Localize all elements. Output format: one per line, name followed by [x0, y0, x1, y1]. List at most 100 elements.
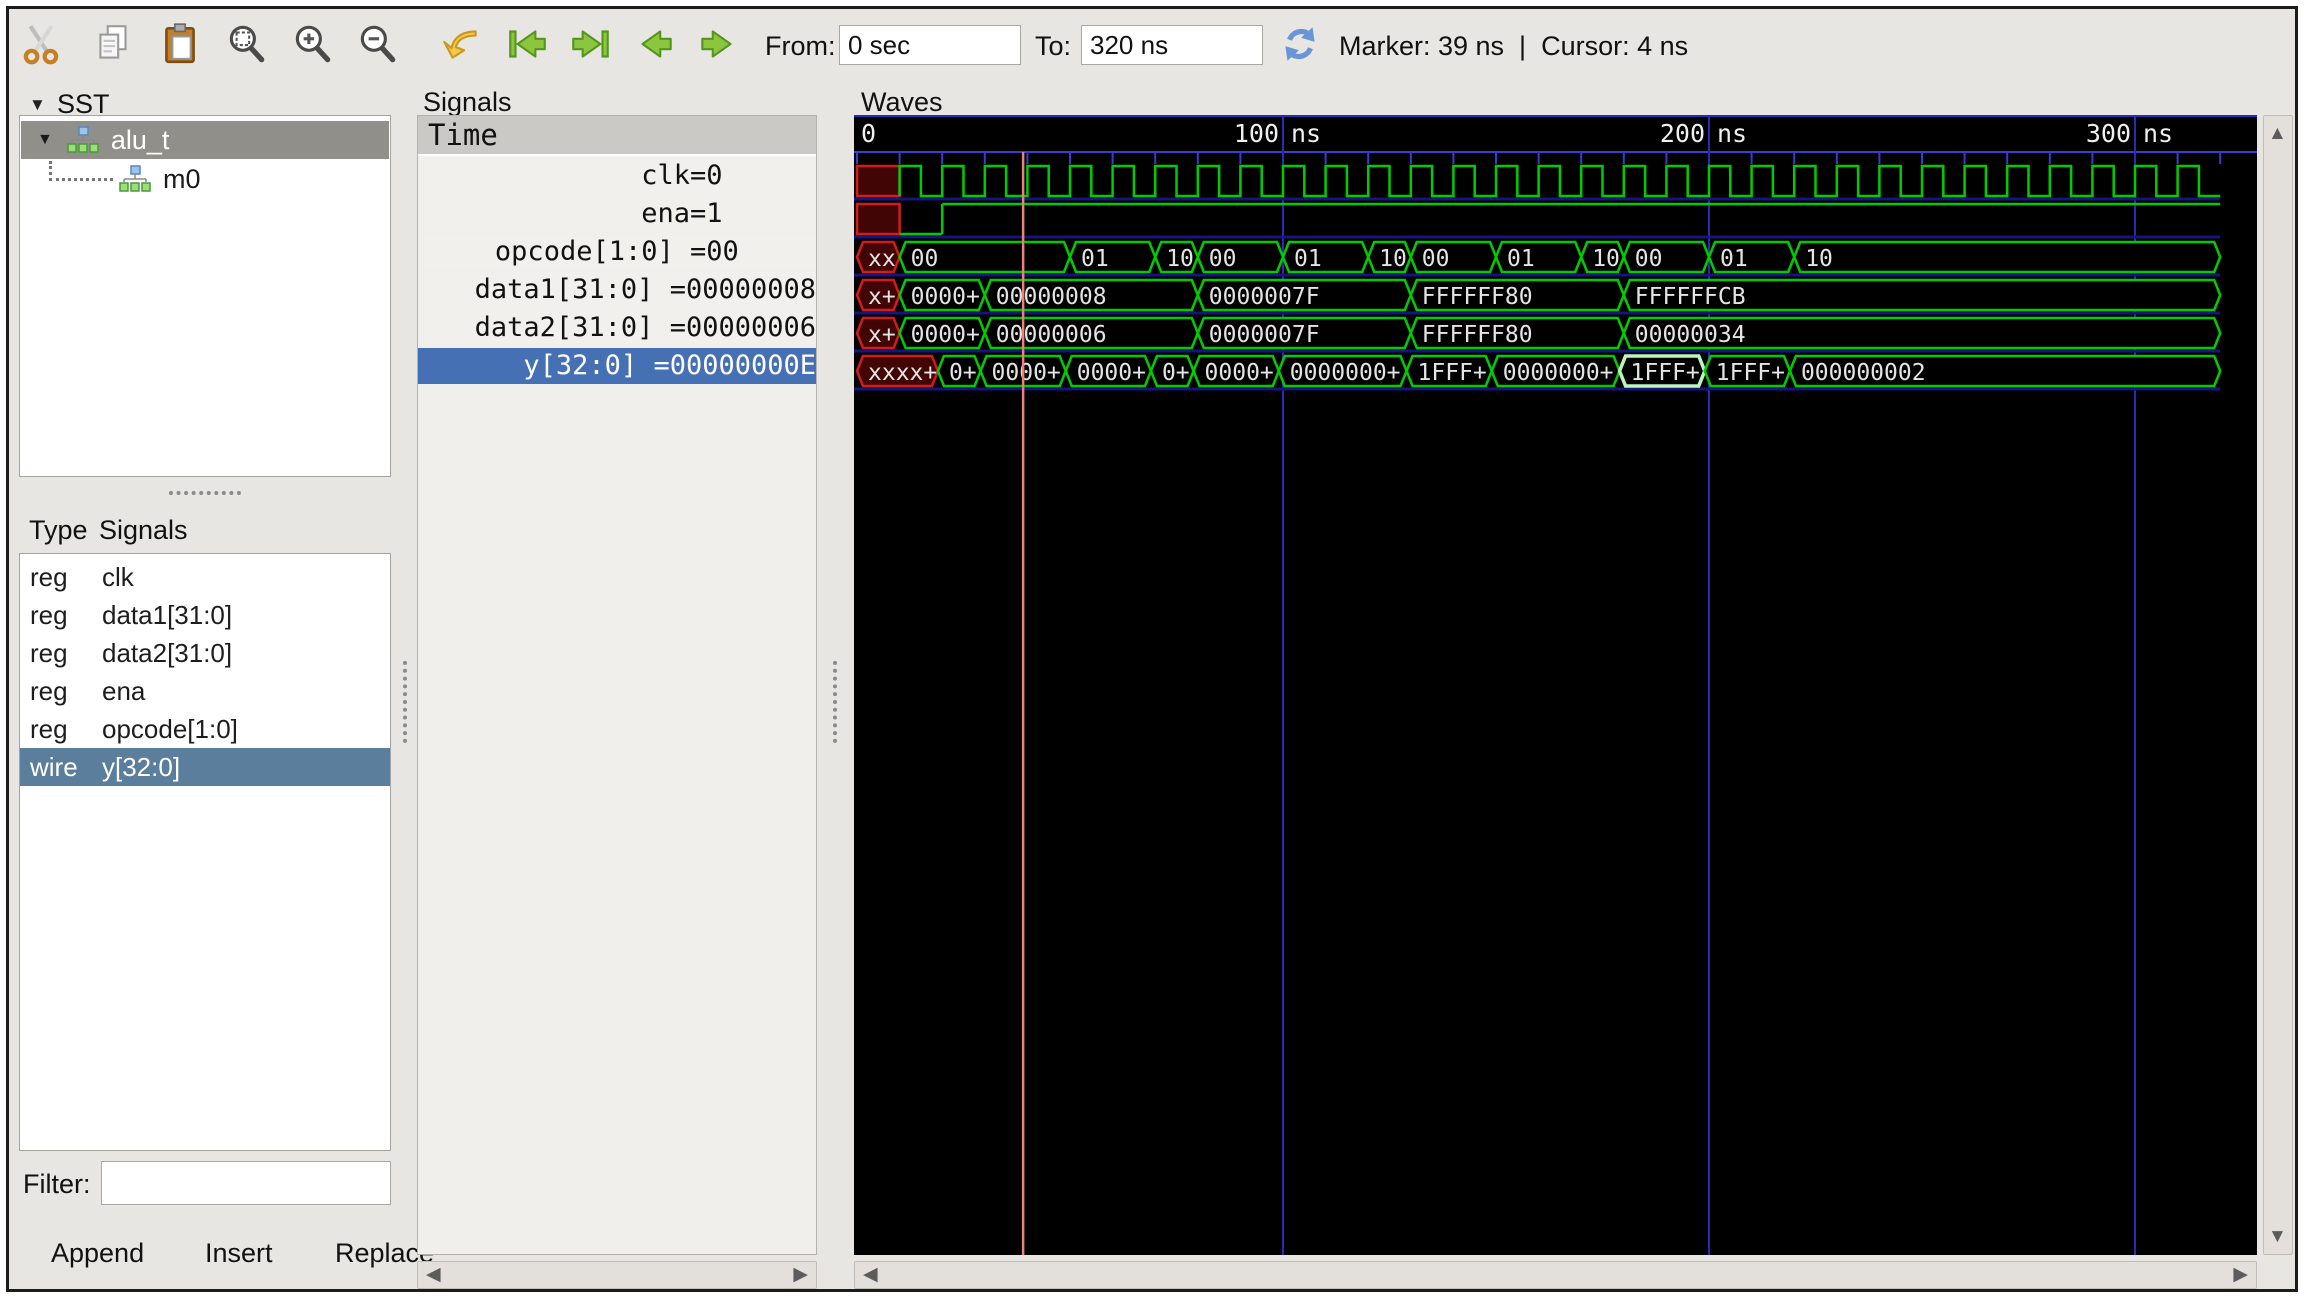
- scroll-left-arrow-icon[interactable]: ◀: [863, 1265, 878, 1284]
- zoom-in-icon: [289, 21, 335, 67]
- scroll-left-arrow-icon[interactable]: ◀: [426, 1265, 441, 1284]
- signal-list-body: regclkregdata1[31:0]regdata2[31:0]regena…: [20, 554, 390, 786]
- bus-value: 000000002: [1801, 360, 1926, 386]
- signal-row[interactable]: ena=1: [418, 196, 816, 232]
- scroll-right-arrow-icon[interactable]: ▶: [793, 1265, 808, 1284]
- type-header: Type: [29, 515, 88, 546]
- bus-segment: [1794, 242, 2220, 272]
- zoom-fit-icon: [223, 21, 269, 67]
- copy-icon: [91, 21, 137, 67]
- reload-button[interactable]: [1277, 21, 1323, 67]
- sst-expander-icon[interactable]: ▼: [29, 95, 46, 115]
- waves-hscrollbar[interactable]: ◀ ▶: [854, 1261, 2257, 1289]
- tree-item-label: m0: [163, 164, 201, 195]
- pane-resize-handle[interactable]: [169, 491, 241, 495]
- scroll-down-arrow-icon[interactable]: ▼: [2268, 1227, 2287, 1246]
- signal-row[interactable]: data2[31:0] =00000006: [418, 310, 816, 346]
- paste-button[interactable]: [157, 21, 203, 67]
- go-to-start-button[interactable]: [504, 21, 550, 67]
- append-button[interactable]: Append: [45, 1237, 150, 1270]
- to-input[interactable]: [1081, 25, 1263, 65]
- go-to-start-icon: [504, 21, 550, 67]
- to-label: To:: [1035, 31, 1071, 62]
- scroll-up-arrow-icon[interactable]: ▲: [2268, 124, 2287, 143]
- bus-value: 01: [1294, 246, 1322, 272]
- bus-value: 0000+: [1205, 360, 1274, 386]
- signals-hscrollbar[interactable]: ◀ ▶: [417, 1261, 817, 1289]
- pane-resize-handle[interactable]: [403, 661, 407, 743]
- wave-canvas[interactable]: 0100ns200ns300ns xx000110000110000110000…: [854, 115, 2257, 1255]
- bus-value: 0000007F: [1209, 284, 1320, 310]
- signal-list-row[interactable]: regena: [20, 672, 390, 710]
- toolbar: From: To: Marker: 39 ns | Cursor: 4 ns: [9, 9, 2295, 79]
- insert-button[interactable]: Insert: [199, 1237, 279, 1270]
- bus-value: 01: [1081, 246, 1109, 272]
- bus-value: 0+: [949, 360, 977, 386]
- bus-value: 10: [1166, 246, 1194, 272]
- signal-type-cell: reg: [20, 714, 90, 745]
- bus-value: 0000000+: [1503, 360, 1614, 386]
- forward-button[interactable]: [695, 21, 741, 67]
- from-input[interactable]: [839, 25, 1021, 65]
- bus-value: 0000+: [911, 284, 980, 310]
- bus-value: x+: [868, 322, 896, 348]
- shift-left-button[interactable]: [438, 21, 484, 67]
- bus-value: x+: [868, 284, 896, 310]
- filter-label: Filter:: [23, 1169, 91, 1200]
- paste-icon: [157, 21, 203, 67]
- signal-name-cell: ena: [90, 676, 145, 707]
- bus-value: 0000007F: [1209, 322, 1320, 348]
- signal-row[interactable]: clk=0: [418, 158, 816, 194]
- tree-item-label: alu_t: [111, 125, 170, 156]
- signal-list-row[interactable]: regclk: [20, 558, 390, 596]
- signal-list-row[interactable]: wirey[32:0]: [20, 748, 390, 786]
- zoom-out-button[interactable]: [354, 21, 400, 67]
- tree-expander-icon[interactable]: ▼: [37, 131, 53, 149]
- zoom-fit-button[interactable]: [223, 21, 269, 67]
- bus-value: 00: [1635, 246, 1663, 272]
- go-to-end-button[interactable]: [568, 21, 614, 67]
- signal-type-cell: reg: [20, 562, 90, 593]
- bus-value: 00: [1209, 246, 1237, 272]
- signal-type-cell: reg: [20, 600, 90, 631]
- tree-item-alu_t[interactable]: ▼ alu_t: [21, 121, 389, 159]
- signal-name-cell: opcode[1:0]: [90, 714, 238, 745]
- module-icon: [119, 165, 151, 193]
- zoom-out-icon: [354, 21, 400, 67]
- back-button[interactable]: [632, 21, 678, 67]
- copy-button[interactable]: [91, 21, 137, 67]
- signal-list-row[interactable]: regdata1[31:0]: [20, 596, 390, 634]
- signals-panel-title: Signals: [423, 87, 512, 118]
- time-header[interactable]: Time: [418, 116, 816, 156]
- filter-input[interactable]: [101, 1161, 391, 1205]
- signal-list-row[interactable]: regopcode[1:0]: [20, 710, 390, 748]
- bus-value: xxxx+: [868, 360, 937, 386]
- cut-icon: [18, 21, 64, 67]
- signal-value: =1: [690, 196, 816, 232]
- tree-item-m0[interactable]: m0: [21, 160, 389, 198]
- bus-value: FFFFFFCB: [1635, 284, 1746, 310]
- cut-button[interactable]: [18, 21, 64, 67]
- pane-resize-handle[interactable]: [833, 661, 837, 743]
- signal-list: regclkregdata1[31:0]regdata2[31:0]regena…: [19, 553, 391, 1151]
- bus-value: 00: [911, 246, 939, 272]
- signal-name-cell: clk: [90, 562, 134, 593]
- sst-tree: ▼ alu_t m0: [19, 115, 391, 477]
- bus-value: 01: [1720, 246, 1748, 272]
- scroll-right-arrow-icon[interactable]: ▶: [2233, 1265, 2248, 1284]
- waves-vscrollbar[interactable]: ▲ ▼: [2263, 115, 2293, 1255]
- signal-list-row[interactable]: regdata2[31:0]: [20, 634, 390, 672]
- signal-name: clk: [418, 158, 690, 194]
- signal-name: opcode[1:0]: [418, 234, 690, 270]
- signal-row[interactable]: data1[31:0] =00000008: [418, 272, 816, 308]
- bus-value: 0+: [1162, 360, 1190, 386]
- signal-row[interactable]: opcode[1:0] =00: [418, 234, 816, 270]
- signal-name-cell: y[32:0]: [90, 752, 180, 783]
- zoom-in-button[interactable]: [289, 21, 335, 67]
- bus-value: 10: [1592, 246, 1620, 272]
- bus-value: 01: [1507, 246, 1535, 272]
- signal-name: ena: [418, 196, 690, 232]
- signal-value: =00000006: [670, 310, 816, 346]
- signal-name: data1[31:0]: [418, 272, 670, 308]
- signal-row[interactable]: y[32:0] =00000000E: [418, 348, 816, 384]
